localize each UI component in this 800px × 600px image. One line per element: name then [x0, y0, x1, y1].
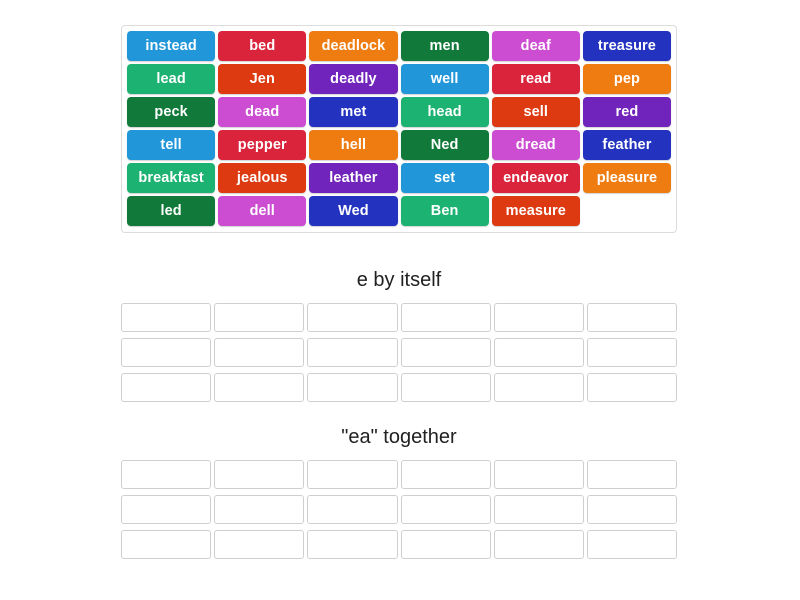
tile-row: instead bed deadlock men deaf treasure [127, 31, 672, 61]
drop-slot[interactable] [400, 373, 491, 402]
drop-slot[interactable] [214, 530, 305, 559]
drop-zone[interactable] [121, 460, 678, 559]
word-tile[interactable]: pleasure [582, 163, 672, 193]
drop-slot[interactable] [493, 303, 584, 332]
word-tile[interactable]: head [400, 97, 489, 127]
drop-slot[interactable] [121, 530, 212, 559]
drop-slot[interactable] [307, 338, 398, 367]
group-title: "ea" together [341, 426, 457, 448]
word-tile[interactable]: Wed [309, 196, 398, 226]
drop-slot[interactable] [307, 530, 398, 559]
slot-row [121, 495, 678, 524]
word-tile[interactable]: bed [218, 31, 307, 61]
group-sort-activity: instead bed deadlock men deaf treasure lead Jen… [0, 0, 800, 600]
word-tile-pool: instead bed deadlock men deaf treasure lead Jen… [121, 25, 677, 233]
sort-group-ea-together: "ea" together [121, 425, 678, 559]
drop-slot[interactable] [307, 373, 398, 402]
word-tile[interactable]: pepper [218, 130, 307, 160]
word-tile[interactable]: red [582, 97, 672, 127]
drop-slot[interactable] [121, 338, 212, 367]
tile-row: breakfast jealous leather set endeavor pleasu… [127, 163, 672, 193]
empty-tile-placeholder [583, 196, 671, 226]
word-tile[interactable]: led [127, 196, 216, 226]
group-title: e by itself [356, 269, 442, 291]
word-tile[interactable]: pep [582, 64, 672, 94]
word-tile[interactable]: Jen [218, 64, 307, 94]
word-tile[interactable]: tell [127, 130, 216, 160]
drop-slot[interactable] [121, 373, 212, 402]
drop-slot[interactable] [121, 460, 212, 489]
word-tile[interactable]: deadly [309, 64, 398, 94]
word-tile[interactable]: measure [491, 196, 580, 226]
word-tile[interactable]: Ned [400, 130, 489, 160]
slot-row [121, 303, 678, 332]
tile-row: tell pepper hell Ned dread feather [127, 130, 672, 160]
drop-slot[interactable] [307, 495, 398, 524]
tile-row: lead Jen deadly well read pep [127, 64, 672, 94]
drop-slot[interactable] [493, 373, 584, 402]
word-tile[interactable]: feather [582, 130, 672, 160]
word-tile[interactable]: dead [218, 97, 307, 127]
drop-slot[interactable] [214, 338, 305, 367]
drop-slot[interactable] [586, 530, 678, 559]
word-tile[interactable]: deadlock [309, 31, 398, 61]
slot-row [121, 460, 678, 489]
drop-slot[interactable] [400, 338, 491, 367]
slot-row [121, 530, 678, 559]
word-tile[interactable]: met [309, 97, 398, 127]
drop-slot[interactable] [307, 303, 398, 332]
drop-slot[interactable] [586, 460, 678, 489]
slot-row [121, 373, 678, 402]
word-tile[interactable]: breakfast [127, 163, 216, 193]
drop-slot[interactable] [307, 460, 398, 489]
drop-slot[interactable] [493, 495, 584, 524]
drop-slot[interactable] [214, 495, 305, 524]
drop-slot[interactable] [214, 303, 305, 332]
word-tile[interactable]: men [400, 31, 489, 61]
drop-slot[interactable] [586, 495, 678, 524]
drop-slot[interactable] [586, 303, 678, 332]
drop-slot[interactable] [121, 303, 212, 332]
drop-slot[interactable] [400, 303, 491, 332]
word-tile[interactable]: sell [491, 97, 580, 127]
drop-slot[interactable] [493, 338, 584, 367]
word-tile[interactable]: dell [218, 196, 307, 226]
drop-zone[interactable] [121, 303, 678, 402]
tile-row: peck dead met head sell red [127, 97, 672, 127]
word-tile[interactable]: dread [491, 130, 580, 160]
sort-group-e-by-itself: e by itself [121, 268, 678, 402]
word-tile[interactable]: peck [127, 97, 216, 127]
drop-slot[interactable] [121, 495, 212, 524]
drop-slot[interactable] [214, 460, 305, 489]
drop-slot[interactable] [586, 373, 678, 402]
word-tile[interactable]: Ben [400, 196, 489, 226]
word-tile[interactable]: lead [127, 64, 216, 94]
word-tile[interactable]: deaf [491, 31, 580, 61]
slot-row [121, 338, 678, 367]
drop-slot[interactable] [400, 495, 491, 524]
drop-slot[interactable] [493, 460, 584, 489]
drop-slot[interactable] [400, 530, 491, 559]
drop-slot[interactable] [214, 373, 305, 402]
drop-slot[interactable] [586, 338, 678, 367]
word-tile[interactable]: instead [127, 31, 216, 61]
word-tile[interactable]: jealous [218, 163, 307, 193]
word-tile[interactable]: treasure [582, 31, 672, 61]
drop-slot[interactable] [493, 530, 584, 559]
tile-row: led dell Wed Ben measure [127, 196, 671, 226]
word-tile[interactable]: set [400, 163, 489, 193]
drop-slot[interactable] [400, 460, 491, 489]
word-tile[interactable]: hell [309, 130, 398, 160]
word-tile[interactable]: read [491, 64, 580, 94]
word-tile[interactable]: endeavor [491, 163, 580, 193]
word-tile[interactable]: leather [309, 163, 398, 193]
word-tile[interactable]: well [400, 64, 489, 94]
